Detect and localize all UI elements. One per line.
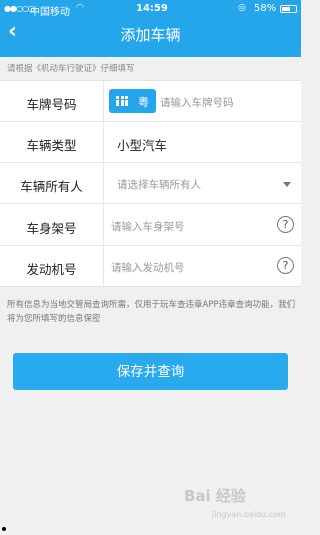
location-icon: ◎: [238, 3, 246, 13]
frame-number-input[interactable]: 请输入车身架号: [111, 219, 185, 234]
status-time: 14:59: [136, 3, 168, 14]
dropdown-caret-icon[interactable]: [283, 182, 291, 187]
vehicle-type-value[interactable]: 小型汽车: [117, 135, 167, 154]
wifi-icon: ◠: [76, 3, 84, 13]
battery-icon: [280, 5, 297, 13]
vehicle-form: 车牌号码 粤 请输入车牌号码 车辆类型 小型汽车 车辆所有人 请选择车辆所有人 …: [0, 80, 301, 288]
plate-number-label: 车牌号码: [26, 97, 77, 112]
watermark-url: jingyan.baidu.com: [212, 510, 286, 519]
help-icon[interactable]: ?: [277, 257, 294, 274]
row-vehicle-type[interactable]: 车辆类型 小型汽车: [0, 122, 301, 163]
watermark: Bai 经验: [184, 487, 246, 505]
vehicle-owner-select[interactable]: 请选择车辆所有人: [117, 177, 201, 192]
row-plate-number: 车牌号码 粤 请输入车牌号码: [0, 81, 301, 122]
form-hint: 请根据《机动车行驶证》仔细填写: [7, 64, 135, 74]
frame-number-label: 车身架号: [26, 221, 77, 236]
corner-dot: [2, 527, 6, 531]
carrier-name: 中国移动: [30, 7, 70, 18]
engine-number-input[interactable]: 请输入发动机号: [111, 260, 185, 275]
vehicle-type-label: 车辆类型: [26, 138, 77, 153]
engine-number-label: 发动机号: [26, 262, 77, 277]
row-frame-number: 车身架号 请输入车身架号 ?: [0, 205, 301, 246]
battery-percent: 58%: [254, 3, 277, 14]
app-header: ●●○○○ 中国移动 ◠ 14:59 ◎ 58% ‹ 添加车辆: [0, 0, 301, 57]
page-title: 添加车辆: [120, 26, 181, 44]
plate-number-input[interactable]: 请输入车牌号码: [160, 95, 234, 110]
province-selector[interactable]: 粤: [109, 89, 156, 113]
row-engine-number: 发动机号 请输入发动机号 ?: [0, 246, 301, 287]
status-bar: ●●○○○ 中国移动 ◠ 14:59 ◎ 58%: [0, 0, 301, 18]
province-value: 粤: [138, 96, 149, 109]
help-icon[interactable]: ?: [277, 216, 294, 233]
vehicle-owner-label: 车辆所有人: [20, 179, 83, 194]
save-and-query-button[interactable]: 保存并查询: [13, 353, 288, 390]
privacy-notice: 所有信息为当地交管局查询所需，仅用于玩车查违章APP违章查询功能，我们将为您所填…: [7, 300, 296, 324]
keyboard-grid-icon: [116, 96, 128, 106]
row-vehicle-owner[interactable]: 车辆所有人 请选择车辆所有人: [0, 163, 301, 204]
